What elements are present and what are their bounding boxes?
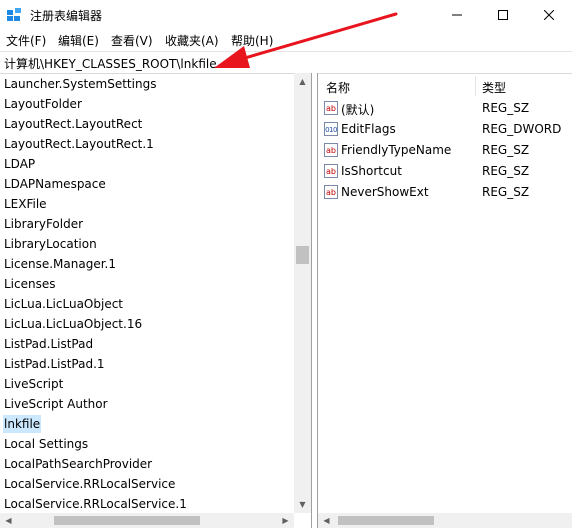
value-row[interactable]: ab (默认) REG_SZ xyxy=(318,99,572,120)
scroll-left-arrow-icon[interactable]: ◀ xyxy=(318,512,335,529)
tree-item[interactable]: LiveScript xyxy=(3,375,64,393)
value-row[interactable]: ab NeverShowExt REG_SZ xyxy=(318,183,572,204)
value-type: REG_SZ xyxy=(482,164,530,178)
tree-item[interactable]: LibraryLocation xyxy=(3,235,98,253)
scroll-right-arrow-icon[interactable]: ▶ xyxy=(277,512,294,529)
value-type: REG_SZ xyxy=(482,143,530,157)
minimize-icon xyxy=(452,14,462,16)
tree-scroll-thumb[interactable] xyxy=(296,246,309,264)
tree-item[interactable]: Launcher.SystemSettings xyxy=(3,75,157,93)
tree-item[interactable]: LicLua.LicLuaObject xyxy=(3,295,124,313)
list-hscroll-thumb[interactable] xyxy=(338,516,434,525)
maximize-button[interactable] xyxy=(480,0,526,30)
tree-item[interactable]: ListPad.ListPad.1 xyxy=(3,355,106,373)
window-title: 注册表编辑器 xyxy=(30,9,103,23)
tree-item[interactable]: ListPad.ListPad xyxy=(3,335,94,353)
tree-item[interactable]: LocalService.RRLocalService.1 xyxy=(3,495,188,513)
tree-item[interactable]: LicLua.LicLuaObject.16 xyxy=(3,315,143,333)
string-value-icon: ab xyxy=(324,101,338,115)
menu-file[interactable]: 文件(F) xyxy=(6,32,46,49)
menu-edit[interactable]: 编辑(E) xyxy=(58,32,99,49)
binary-value-icon: 010 xyxy=(324,122,338,136)
tree-item[interactable]: LEXFile xyxy=(3,195,48,213)
string-value-icon: ab xyxy=(324,185,338,199)
scroll-up-arrow-icon[interactable]: ▲ xyxy=(294,73,311,90)
string-value-icon: ab xyxy=(324,143,338,157)
values-list[interactable]: 名称 类型 ab (默认) REG_SZ 010 EditFlags REG_D… xyxy=(318,73,572,513)
column-header-type[interactable]: 类型 xyxy=(482,79,506,96)
value-name: FriendlyTypeName xyxy=(341,143,452,157)
tree-horizontal-scrollbar[interactable]: ◀ ▶ xyxy=(0,513,294,528)
close-button[interactable] xyxy=(526,0,572,30)
tree-item[interactable]: LibraryFolder xyxy=(3,215,84,233)
value-row[interactable]: 010 EditFlags REG_DWORD xyxy=(318,120,572,141)
tree-hscroll-thumb[interactable] xyxy=(54,516,200,525)
value-type: REG_SZ xyxy=(482,185,530,199)
value-type: REG_DWORD xyxy=(482,122,562,136)
tree-item[interactable]: LayoutRect.LayoutRect xyxy=(3,115,143,133)
minimize-button[interactable] xyxy=(434,0,480,30)
tree-item[interactable]: Local Settings xyxy=(3,435,89,453)
scroll-left-arrow-icon[interactable]: ◀ xyxy=(0,512,17,529)
value-row[interactable]: ab IsShortcut REG_SZ xyxy=(318,162,572,183)
column-header-name[interactable]: 名称 xyxy=(326,79,350,96)
tree-item[interactable]: LiveScript Author xyxy=(3,395,109,413)
column-separator[interactable] xyxy=(475,76,476,96)
key-tree[interactable]: Launcher.SystemSettings LayoutFolder Lay… xyxy=(0,73,312,528)
red-arrow-annotation xyxy=(214,12,398,68)
tree-item[interactable]: LocalPathSearchProvider xyxy=(3,455,153,473)
tree-item[interactable]: LayoutFolder xyxy=(3,95,83,113)
value-row[interactable]: ab FriendlyTypeName REG_SZ xyxy=(318,141,572,162)
value-name: (默认) xyxy=(341,103,375,117)
tree-item[interactable]: License.Manager.1 xyxy=(3,255,117,273)
string-value-icon: ab xyxy=(324,164,338,178)
tree-item[interactable]: LocalService.RRLocalService xyxy=(3,475,176,493)
tree-item[interactable]: LDAP xyxy=(3,155,36,173)
tree-item-selected[interactable]: lnkfile xyxy=(3,415,42,433)
tree-item[interactable]: LDAPNamespace xyxy=(3,175,107,193)
value-name: EditFlags xyxy=(341,122,396,136)
tree-vertical-scrollbar[interactable]: ▲ ▼ xyxy=(294,73,311,513)
value-name: IsShortcut xyxy=(341,164,402,178)
tree-item[interactable]: LayoutRect.LayoutRect.1 xyxy=(3,135,155,153)
regedit-icon xyxy=(7,8,21,21)
value-name: NeverShowExt xyxy=(341,185,429,199)
scroll-down-arrow-icon[interactable]: ▼ xyxy=(294,496,311,513)
tree-item[interactable]: Licenses xyxy=(3,275,57,293)
menu-view[interactable]: 查看(V) xyxy=(111,32,153,49)
list-horizontal-scrollbar[interactable]: ◀ xyxy=(318,513,572,528)
address-path[interactable]: 计算机\HKEY_CLASSES_ROOT\lnkfile xyxy=(4,55,217,72)
maximize-icon xyxy=(498,10,508,20)
close-icon xyxy=(544,10,554,20)
value-type: REG_SZ xyxy=(482,101,530,115)
